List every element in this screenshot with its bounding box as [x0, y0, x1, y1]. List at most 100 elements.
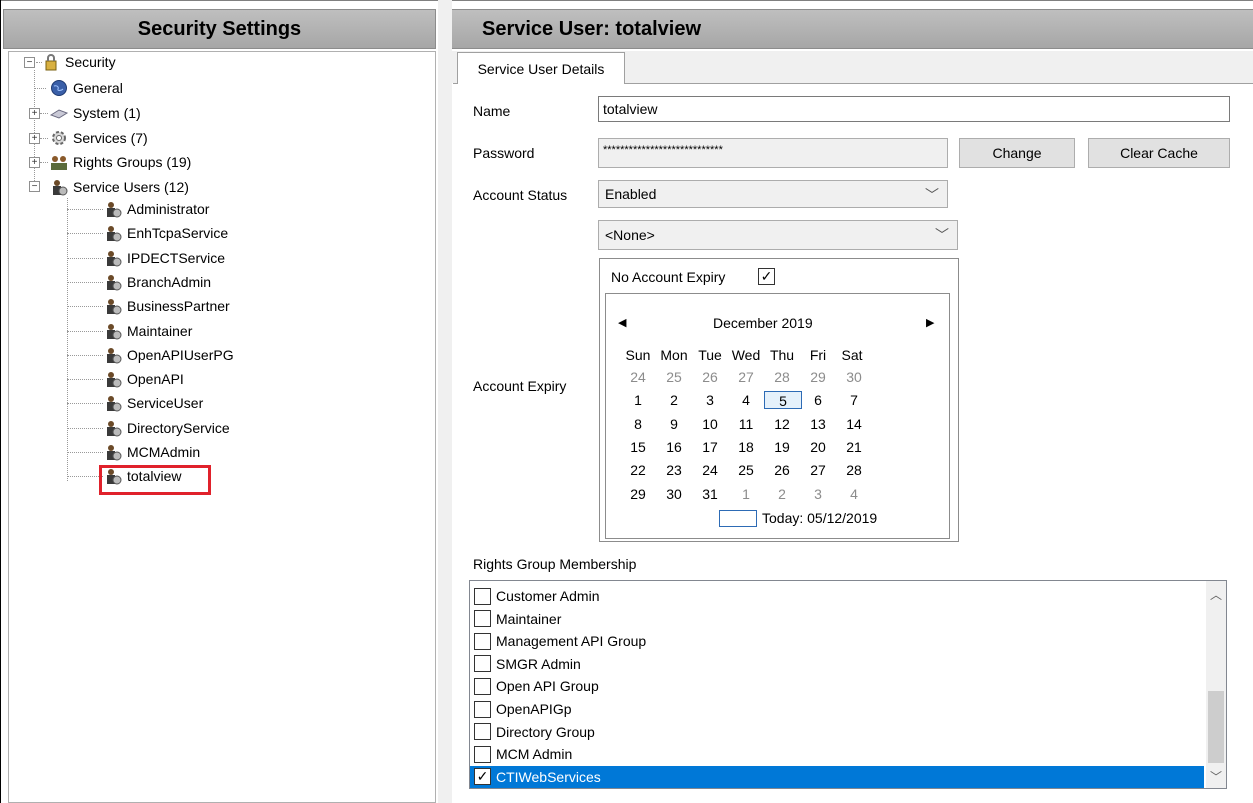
calendar-day[interactable]: 13: [800, 415, 836, 433]
calendar-day[interactable]: 24: [620, 368, 656, 386]
calendar-day[interactable]: 28: [836, 461, 872, 479]
calendar-day[interactable]: 1: [728, 485, 764, 503]
tree-node-service-user[interactable]: OpenAPI: [104, 369, 184, 389]
rights-group-checkbox[interactable]: [474, 745, 491, 763]
calendar-day[interactable]: 20: [800, 438, 836, 456]
account-status-select[interactable]: Enabled ﹀: [598, 180, 948, 208]
rights-group-checkbox[interactable]: [474, 610, 491, 628]
calendar-day[interactable]: 29: [620, 485, 656, 503]
calendar-day[interactable]: 10: [692, 415, 728, 433]
rights-group-checkbox[interactable]: ✓: [474, 768, 491, 786]
calendar-day[interactable]: 30: [836, 368, 872, 386]
rights-group-checkbox[interactable]: [474, 587, 491, 605]
rights-group-item[interactable]: SMGR Admin: [470, 653, 1204, 675]
calendar-today-link[interactable]: Today: 05/12/2019: [762, 508, 877, 528]
calendar-day[interactable]: 8: [620, 415, 656, 433]
tree-node-service-user[interactable]: DirectoryService: [104, 418, 230, 438]
clear-cache-button[interactable]: Clear Cache: [1088, 138, 1230, 168]
calendar-day[interactable]: 16: [656, 438, 692, 456]
rights-group-item[interactable]: Management API Group: [470, 630, 1204, 652]
panel-splitter[interactable]: [438, 0, 452, 803]
calendar-day[interactable]: 28: [764, 368, 800, 386]
change-button[interactable]: Change: [959, 138, 1075, 168]
calendar-day[interactable]: 7: [836, 391, 872, 409]
tree-node-service-user[interactable]: OpenAPIUserPG: [104, 345, 234, 365]
expand-system-expander[interactable]: +: [29, 108, 40, 119]
rights-group-checkbox[interactable]: [474, 700, 491, 718]
rights-group-item[interactable]: Directory Group: [470, 721, 1204, 743]
tree-node-service-user[interactable]: Administrator: [104, 199, 209, 219]
calendar-next-button[interactable]: ▶: [926, 313, 934, 331]
tree-node-label: General: [73, 80, 123, 96]
rights-group-checkbox[interactable]: [474, 632, 491, 650]
tree-node-service-user[interactable]: BusinessPartner: [104, 296, 230, 316]
calendar-day[interactable]: 19: [764, 438, 800, 456]
scroll-up-icon[interactable]: ︿: [1206, 585, 1226, 605]
calendar-day[interactable]: 27: [728, 368, 764, 386]
calendar-day[interactable]: 31: [692, 485, 728, 503]
calendar-day[interactable]: 17: [692, 438, 728, 456]
tree-node-security[interactable]: Security: [42, 52, 116, 72]
tree-node-service-user[interactable]: MCMAdmin: [104, 442, 200, 462]
rights-group-list[interactable]: Customer Admin Maintainer Management API G…: [469, 580, 1227, 789]
calendar-day[interactable]: 9: [656, 415, 692, 433]
calendar-day-selected[interactable]: 5: [764, 391, 802, 410]
rights-group-item[interactable]: OpenAPIGp: [470, 698, 1204, 720]
calendar-day[interactable]: 1: [620, 391, 656, 409]
tree-node-system[interactable]: System (1): [50, 103, 141, 123]
tab-service-user-details[interactable]: Service User Details: [457, 52, 625, 84]
calendar-day[interactable]: 22: [620, 461, 656, 479]
calendar-day[interactable]: 3: [800, 485, 836, 503]
calendar-day[interactable]: 30: [656, 485, 692, 503]
scrollbar-thumb[interactable]: [1208, 691, 1224, 763]
tree-node-rights-groups[interactable]: Rights Groups (19): [50, 152, 191, 172]
expand-rights-groups-expander[interactable]: +: [29, 157, 40, 168]
calendar-day[interactable]: 21: [836, 438, 872, 456]
calendar-day[interactable]: 2: [656, 391, 692, 409]
scroll-down-icon[interactable]: ﹀: [1206, 767, 1226, 787]
rights-group-checkbox[interactable]: [474, 655, 491, 673]
calendar-prev-button[interactable]: ◀: [618, 313, 626, 331]
calendar-day[interactable]: 25: [656, 368, 692, 386]
collapse-security-expander[interactable]: −: [24, 57, 35, 68]
calendar-day[interactable]: 6: [800, 391, 836, 409]
calendar-day[interactable]: 29: [800, 368, 836, 386]
rights-group-item[interactable]: ✓ CTIWebServices: [470, 765, 1204, 788]
expiry-mode-select[interactable]: <None> ﹀: [598, 220, 958, 250]
collapse-service-users-expander[interactable]: −: [29, 181, 40, 192]
rights-group-item[interactable]: Maintainer: [470, 608, 1204, 630]
calendar-day[interactable]: 14: [836, 415, 872, 433]
rights-group-checkbox[interactable]: [474, 677, 491, 695]
calendar-day[interactable]: 12: [764, 415, 800, 433]
tree-node-service-user[interactable]: IPDECTService: [104, 248, 225, 268]
no-account-expiry-checkbox[interactable]: ✓: [758, 268, 775, 285]
rights-group-item[interactable]: Customer Admin: [470, 585, 1204, 607]
rights-group-item[interactable]: MCM Admin: [470, 743, 1204, 765]
calendar-day[interactable]: 18: [728, 438, 764, 456]
expand-services-expander[interactable]: +: [29, 133, 40, 144]
rights-group-item[interactable]: Open API Group: [470, 675, 1204, 697]
calendar-day[interactable]: 23: [656, 461, 692, 479]
tree-node-service-user[interactable]: ServiceUser: [104, 393, 203, 413]
calendar-day[interactable]: 27: [800, 461, 836, 479]
tree-node-service-users[interactable]: Service Users (12): [50, 177, 189, 197]
service-user-icon: [107, 250, 122, 267]
tree-node-service-user[interactable]: EnhTcpaService: [104, 223, 228, 243]
calendar-day[interactable]: 25: [728, 461, 764, 479]
tree-node-general[interactable]: General: [50, 78, 123, 98]
calendar-day[interactable]: 11: [728, 415, 764, 433]
calendar-day[interactable]: 15: [620, 438, 656, 456]
calendar-day[interactable]: 2: [764, 485, 800, 503]
calendar-day[interactable]: 26: [692, 368, 728, 386]
rights-group-scrollbar[interactable]: ︿ ﹀: [1206, 581, 1226, 788]
calendar-day[interactable]: 24: [692, 461, 728, 479]
tree-node-service-user[interactable]: BranchAdmin: [104, 272, 211, 292]
calendar-day[interactable]: 4: [836, 485, 872, 503]
calendar-day[interactable]: 4: [728, 391, 764, 409]
calendar-day[interactable]: 26: [764, 461, 800, 479]
rights-group-checkbox[interactable]: [474, 723, 491, 741]
calendar-day[interactable]: 3: [692, 391, 728, 409]
tree-node-services[interactable]: Services (7): [50, 128, 148, 148]
tree-node-service-user[interactable]: Maintainer: [104, 321, 192, 341]
name-input[interactable]: totalview: [598, 96, 1230, 122]
